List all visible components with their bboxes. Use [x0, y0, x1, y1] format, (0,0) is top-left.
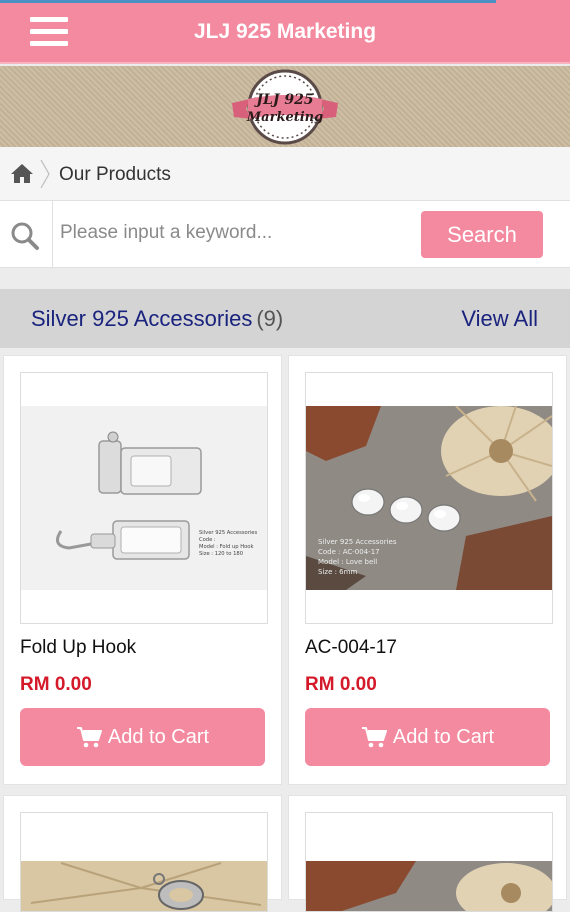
category-title: Silver 925 Accessories (9) — [31, 306, 283, 332]
product-image[interactable]: Silver 925 Accessories Code : Model : Fo… — [20, 372, 268, 624]
photo-caption-4: Size : 120 to 180 — [199, 551, 243, 557]
product-card[interactable]: Silver 925 Accessories Code : AC-004-17 … — [288, 355, 567, 785]
category-count: (9) — [256, 306, 284, 331]
product-image[interactable] — [305, 812, 553, 912]
category-name: Silver 925 Accessories — [31, 306, 253, 331]
breadcrumb: Our Products — [0, 147, 570, 201]
brand-logo: JLJ 925 Marketing — [232, 69, 338, 145]
add-to-cart-label: Add to Cart — [107, 725, 210, 748]
photo-caption-1: Silver 925 Accessories — [199, 530, 257, 536]
photo-caption-4: Size : 6mm — [318, 568, 357, 576]
photo-caption-2: Code : — [199, 537, 216, 543]
search-divider — [52, 201, 53, 268]
product-image[interactable] — [20, 812, 268, 912]
category-header: Silver 925 Accessories (9) View All — [0, 289, 570, 348]
search-button[interactable]: Search — [421, 211, 543, 258]
product-price: RM 0.00 — [20, 674, 92, 695]
product-card[interactable] — [3, 795, 282, 912]
add-to-cart-button[interactable]: Add to Cart — [20, 708, 265, 766]
product-price: RM 0.00 — [305, 674, 377, 695]
product-name[interactable]: Fold Up Hook — [20, 637, 136, 659]
product-image[interactable]: Silver 925 Accessories Code : AC-004-17 … — [305, 372, 553, 624]
logo-line-1: JLJ 925 — [253, 92, 313, 108]
photo-caption-1: Silver 925 Accessories — [318, 538, 397, 546]
product-photo — [21, 813, 267, 911]
brand-banner: JLJ 925 Marketing — [0, 66, 570, 147]
love-bell-photo: Silver 925 Accessories Code : AC-004-17 … — [306, 406, 552, 590]
photo-caption-2: Code : AC-004-17 — [318, 548, 380, 556]
search-icon — [11, 222, 39, 250]
app-title: JLJ 925 Marketing — [193, 20, 377, 43]
search-bar: Search — [0, 201, 570, 268]
logo-line-2: Marketing — [246, 110, 323, 125]
product-card[interactable]: Silver 925 Accessories Code : Model : Fo… — [3, 355, 282, 785]
shopping-cart-icon — [76, 727, 102, 748]
product-photo — [306, 813, 552, 911]
product-card[interactable] — [288, 795, 567, 912]
view-all-link[interactable]: View All — [461, 306, 538, 332]
home-icon[interactable] — [10, 162, 34, 184]
product-name[interactable]: AC-004-17 — [305, 637, 397, 659]
photo-caption-3: Model : Love bell — [318, 558, 377, 566]
add-to-cart-button[interactable]: Add to Cart — [305, 708, 550, 766]
search-input[interactable] — [60, 213, 410, 253]
fold-up-hook-photo: Silver 925 Accessories Code : Model : Fo… — [21, 406, 267, 590]
photo-caption-3: Model : Fold up Hook — [199, 544, 253, 550]
breadcrumb-separator-icon — [40, 159, 50, 189]
add-to-cart-label: Add to Cart — [392, 725, 495, 748]
app-header: JLJ 925 Marketing — [0, 3, 570, 64]
breadcrumb-current: Our Products — [59, 164, 171, 185]
shopping-cart-icon — [361, 727, 387, 748]
